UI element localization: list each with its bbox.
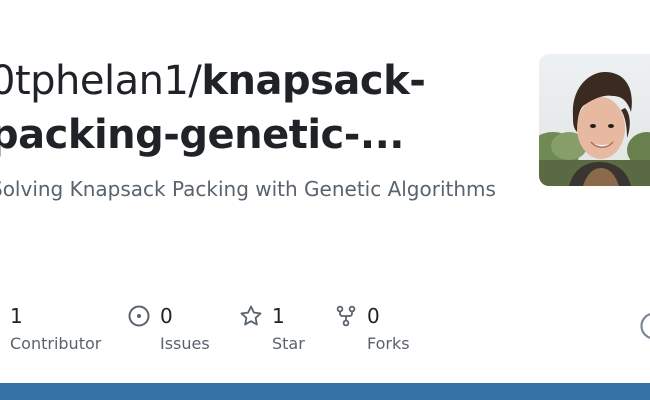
- issues-count: 0: [160, 304, 173, 328]
- stars-label: Star: [272, 334, 305, 353]
- repo-name-part-2: packing-genetic-...: [0, 112, 404, 158]
- stars-count: 1: [272, 304, 285, 328]
- github-logo-icon: [640, 312, 650, 340]
- contributors-label: Contributor: [10, 334, 102, 353]
- avatar-photo: [539, 54, 650, 186]
- forks-label: Forks: [367, 334, 410, 353]
- contributors-count: 1: [10, 304, 23, 328]
- issues-label: Issues: [160, 334, 210, 353]
- repo-social-card: 0tphelan1/knapsack- packing-genetic-... …: [0, 0, 650, 400]
- language-bar: [0, 383, 650, 400]
- star-icon: [239, 304, 263, 328]
- forks-count: 0: [367, 304, 380, 328]
- issue-opened-icon: [127, 304, 151, 328]
- repo-title-line-1: 0tphelan1/knapsack-: [0, 54, 510, 108]
- repo-description: Solving Knapsack Packing with Genetic Al…: [0, 177, 496, 201]
- repo-owner: 0tphelan1/: [0, 58, 202, 104]
- owner-avatar[interactable]: [539, 54, 650, 186]
- repo-name-part-1: knapsack-: [201, 58, 426, 104]
- repo-title[interactable]: 0tphelan1/knapsack- packing-genetic-...: [0, 54, 510, 162]
- repo-stats: 1 Contributor 0 Issues 1 Star 0 Forks: [0, 300, 650, 370]
- repo-forked-icon: [334, 304, 358, 328]
